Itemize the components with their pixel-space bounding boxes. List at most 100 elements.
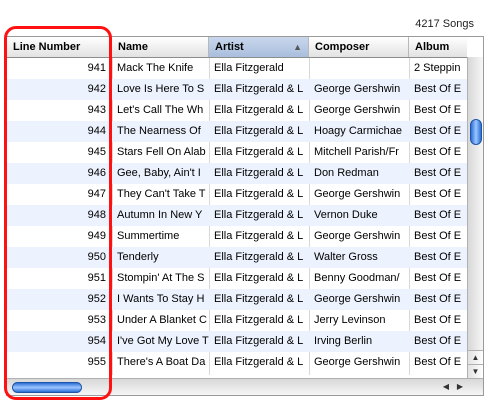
table-row[interactable]: 944 The Nearness Of Ella Fitzgerald & L Hoa…	[7, 121, 467, 142]
sort-ascending-icon: ▲	[293, 42, 302, 52]
cell-album: Best Of E	[414, 272, 462, 284]
cell-line: 955	[87, 356, 106, 368]
cell-composer: Benny Goodman/	[314, 272, 400, 284]
cell-artist: Ella Fitzgerald & L	[214, 167, 304, 179]
cell-composer: Hoagy Carmichae	[314, 125, 403, 137]
cell-composer: George Gershwin	[314, 188, 401, 200]
cell-album: Best Of E	[414, 83, 462, 95]
table-row[interactable]: 945 Stars Fell On Alab Ella Fitzgerald & L…	[7, 142, 467, 163]
cell-album: Best Of E	[414, 125, 462, 137]
column-header-line-number[interactable]: Line Number	[7, 37, 112, 57]
cell-album: Best Of E	[414, 251, 462, 263]
cell-line: 954	[87, 335, 106, 347]
table-row[interactable]: 941 Mack The Knife Ella Fitzgerald 2 Steppi…	[7, 58, 467, 79]
cell-composer: Mitchell Parish/Fr	[314, 146, 399, 158]
cell-composer: Vernon Duke	[314, 209, 378, 221]
cell-composer: George Gershwin	[314, 230, 401, 242]
table-row[interactable]: 950 Tenderly Ella Fitzgerald & L Walter Gro…	[7, 247, 467, 268]
cell-line: 945	[87, 146, 106, 158]
cell-name: There's A Boat Da	[117, 356, 206, 368]
cell-line: 952	[87, 293, 106, 305]
table-body: 941 Mack The Knife Ella Fitzgerald 2 Steppi…	[7, 58, 467, 373]
cell-artist: Ella Fitzgerald & L	[214, 188, 304, 200]
cell-line: 946	[87, 167, 106, 179]
cell-artist: Ella Fitzgerald & L	[214, 230, 304, 242]
cell-album: Best Of E	[414, 314, 462, 326]
column-header-name[interactable]: Name	[112, 37, 209, 57]
scroll-right-arrow-icon[interactable]: ▶	[453, 380, 467, 393]
cell-line: 948	[87, 209, 106, 221]
cell-name: Stompin' At The S	[117, 272, 205, 284]
cell-composer: George Gershwin	[314, 356, 401, 368]
table-row[interactable]: 948 Autumn In New Y Ella Fitzgerald & L Ver…	[7, 205, 467, 226]
cell-name: Let's Call The Wh	[117, 104, 204, 116]
cell-album: Best Of E	[414, 209, 462, 221]
cell-album: Best Of E	[414, 146, 462, 158]
cell-name: The Nearness Of	[117, 125, 201, 137]
cell-line: 942	[87, 83, 106, 95]
column-header-composer[interactable]: Composer	[309, 37, 409, 57]
column-header-album[interactable]: Album	[409, 37, 469, 57]
cell-album: 2 Steppin	[414, 62, 461, 74]
scroll-left-arrow-icon[interactable]: ◀	[439, 380, 453, 393]
cell-album: Best Of E	[414, 293, 462, 305]
cell-name: I've Got My Love T	[117, 335, 209, 347]
table-row[interactable]: 947 They Can't Take T Ella Fitzgerald & L G…	[7, 184, 467, 205]
table-row[interactable]: 952 I Wants To Stay H Ella Fitzgerald & L G…	[7, 289, 467, 310]
table-row[interactable]: 953 Under A Blanket C Ella Fitzgerald & L J…	[7, 310, 467, 331]
column-header-artist[interactable]: Artist ▲	[209, 37, 309, 57]
cell-name: Autumn In New Y	[117, 209, 203, 221]
table-row[interactable]: 951 Stompin' At The S Ella Fitzgerald & L B…	[7, 268, 467, 289]
cell-artist: Ella Fitzgerald & L	[214, 293, 304, 305]
cell-artist: Ella Fitzgerald & L	[214, 83, 304, 95]
cell-album: Best Of E	[414, 104, 462, 116]
vertical-scrollbar[interactable]: ▲ ▼	[467, 57, 483, 379]
cell-album: Best Of E	[414, 356, 462, 368]
cell-artist: Ella Fitzgerald	[214, 62, 284, 74]
cell-artist: Ella Fitzgerald & L	[214, 125, 304, 137]
cell-line: 949	[87, 230, 106, 242]
cell-composer: Irving Berlin	[314, 335, 373, 347]
cell-artist: Ella Fitzgerald & L	[214, 104, 304, 116]
cell-album: Best Of E	[414, 167, 462, 179]
cell-artist: Ella Fitzgerald & L	[214, 272, 304, 284]
scroll-down-arrow-icon[interactable]: ▼	[468, 364, 483, 379]
cell-name: Love Is Here To S	[117, 83, 205, 95]
table-row[interactable]: 954 I've Got My Love T Ella Fitzgerald & L…	[7, 331, 467, 352]
cell-composer	[309, 58, 409, 79]
song-table[interactable]: Line Number Name Artist ▲ Composer Album…	[6, 36, 484, 396]
horizontal-scrollbar[interactable]: ◀ ▶	[7, 378, 483, 395]
cell-composer: George Gershwin	[314, 293, 401, 305]
cell-artist: Ella Fitzgerald & L	[214, 146, 304, 158]
table-row[interactable]: 942 Love Is Here To S Ella Fitzgerald & L G…	[7, 79, 467, 100]
cell-line: 953	[87, 314, 106, 326]
cell-name: Tenderly	[117, 251, 159, 263]
table-row[interactable]: 946 Gee, Baby, Ain't I Ella Fitzgerald & L…	[7, 163, 467, 184]
table-row[interactable]: 949 Summertime Ella Fitzgerald & L George G…	[7, 226, 467, 247]
cell-artist: Ella Fitzgerald & L	[214, 314, 304, 326]
cell-line: 951	[87, 272, 106, 284]
cell-line: 941	[87, 62, 106, 74]
cell-artist: Ella Fitzgerald & L	[214, 251, 304, 263]
cell-composer: Walter Gross	[314, 251, 378, 263]
cell-name: Summertime	[117, 230, 180, 242]
cell-line: 943	[87, 104, 106, 116]
cell-line: 950	[87, 251, 106, 263]
cell-line: 944	[87, 125, 106, 137]
cell-album: Best Of E	[414, 335, 462, 347]
song-count: 4217 Songs	[415, 18, 474, 30]
cell-composer: George Gershwin	[314, 104, 401, 116]
cell-name: Under A Blanket C	[117, 314, 207, 326]
cell-name: I Wants To Stay H	[117, 293, 205, 305]
cell-artist: Ella Fitzgerald & L	[214, 209, 304, 221]
cell-album: Best Of E	[414, 188, 462, 200]
vertical-scroll-thumb[interactable]	[470, 119, 482, 145]
horizontal-scroll-thumb[interactable]	[12, 382, 82, 393]
scroll-up-arrow-icon[interactable]: ▲	[468, 350, 483, 365]
cell-artist: Ella Fitzgerald & L	[214, 335, 304, 347]
cell-line: 947	[87, 188, 106, 200]
table-row[interactable]: 943 Let's Call The Wh Ella Fitzgerald & L G…	[7, 100, 467, 121]
cell-name: They Can't Take T	[117, 188, 206, 200]
cell-name: Mack The Knife	[117, 62, 194, 74]
table-row[interactable]: 955 There's A Boat Da Ella Fitzgerald & L G…	[7, 352, 467, 373]
